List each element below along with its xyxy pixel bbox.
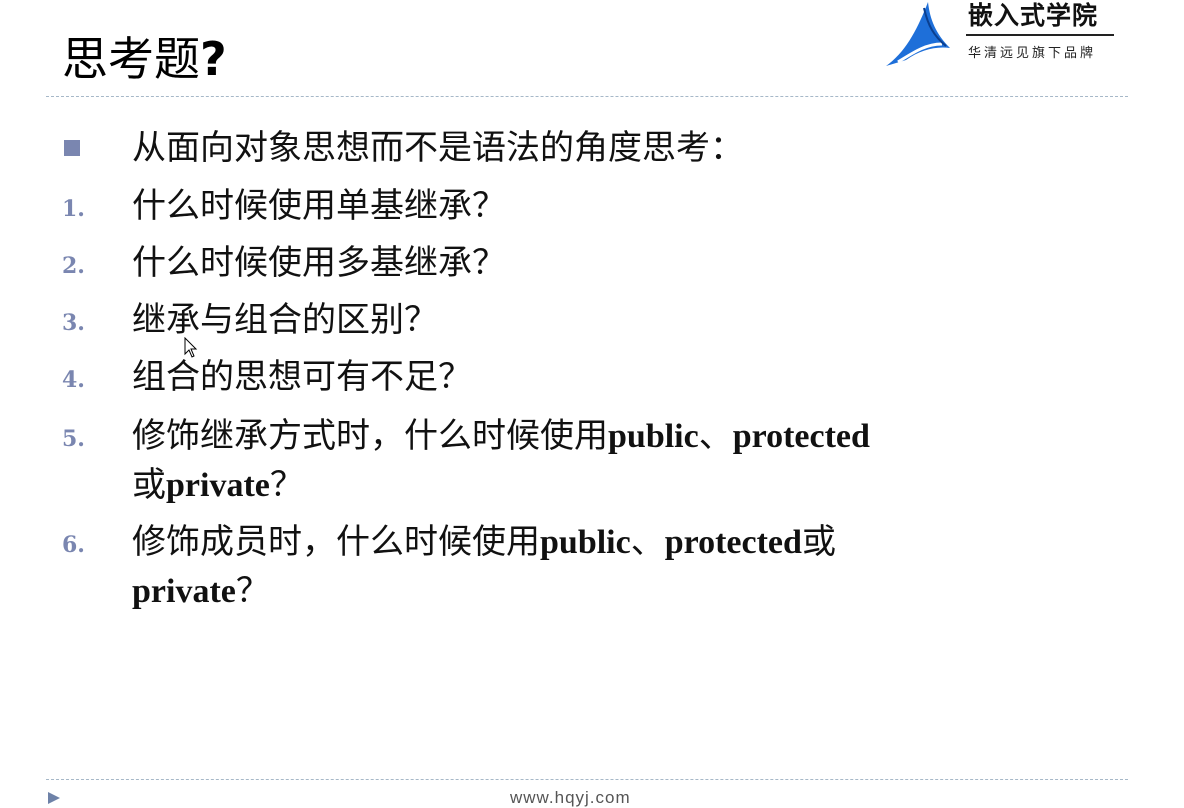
keyword-protected: protected — [664, 524, 802, 561]
question-mark: ？ — [269, 465, 304, 505]
keyword-public: public — [608, 418, 699, 455]
item-number: 3. — [62, 310, 85, 336]
item-text-part: 修饰成员时，什么时候使用 — [132, 522, 540, 562]
separator: 、 — [698, 416, 733, 456]
item-text: 继承与组合的区别？ — [132, 300, 438, 340]
slide-title-text: 思考题 — [62, 32, 200, 86]
slide-title: 思考题? — [62, 28, 227, 90]
triangle-arrow-icon — [48, 792, 60, 804]
keyword-private: private — [166, 467, 270, 504]
mouse-pointer-icon — [184, 337, 198, 358]
sail-logo-icon — [886, 2, 950, 66]
item-number: 2. — [62, 253, 85, 279]
brand-logo: 嵌入式学院 华清远见旗下品牌 — [884, 0, 1124, 72]
item-text-part: 修饰继承方式时，什么时候使用 — [132, 416, 608, 456]
slide-title-mark: ? — [200, 32, 227, 86]
keyword-public: public — [540, 524, 631, 561]
item-number: 1. — [62, 196, 85, 222]
item-text-part: 或 — [801, 522, 836, 562]
separator: 、 — [630, 522, 665, 562]
item-text: 组合的思想可有不足？ — [132, 357, 472, 397]
footer-url: www.hqyj.com — [510, 788, 631, 807]
question-mark: ？ — [235, 571, 270, 611]
item-text: 什么时候使用单基继承？ — [132, 186, 506, 226]
header-divider — [46, 96, 1128, 97]
item-text: 修饰继承方式时，什么时候使用public、protected 或private？ — [132, 412, 1032, 510]
item-number: 4. — [62, 367, 85, 393]
brand-tagline: 华清远见旗下品牌 — [968, 46, 1097, 61]
keyword-private: private — [132, 573, 236, 610]
brand-name: 嵌入式学院 — [968, 1, 1099, 30]
keyword-protected: protected — [732, 418, 870, 455]
item-text-part: 或 — [132, 465, 166, 505]
item-text: 修饰成员时，什么时候使用public、protected或 private？ — [132, 518, 1032, 616]
square-bullet-icon — [64, 140, 80, 156]
footer-divider — [46, 779, 1128, 780]
brand-divider — [966, 34, 1114, 36]
item-number: 6. — [62, 532, 85, 558]
item-number: 5. — [62, 426, 85, 452]
item-text: 什么时候使用多基继承？ — [132, 243, 506, 283]
intro-text: 从面向对象思想而不是语法的角度思考： — [132, 128, 744, 168]
